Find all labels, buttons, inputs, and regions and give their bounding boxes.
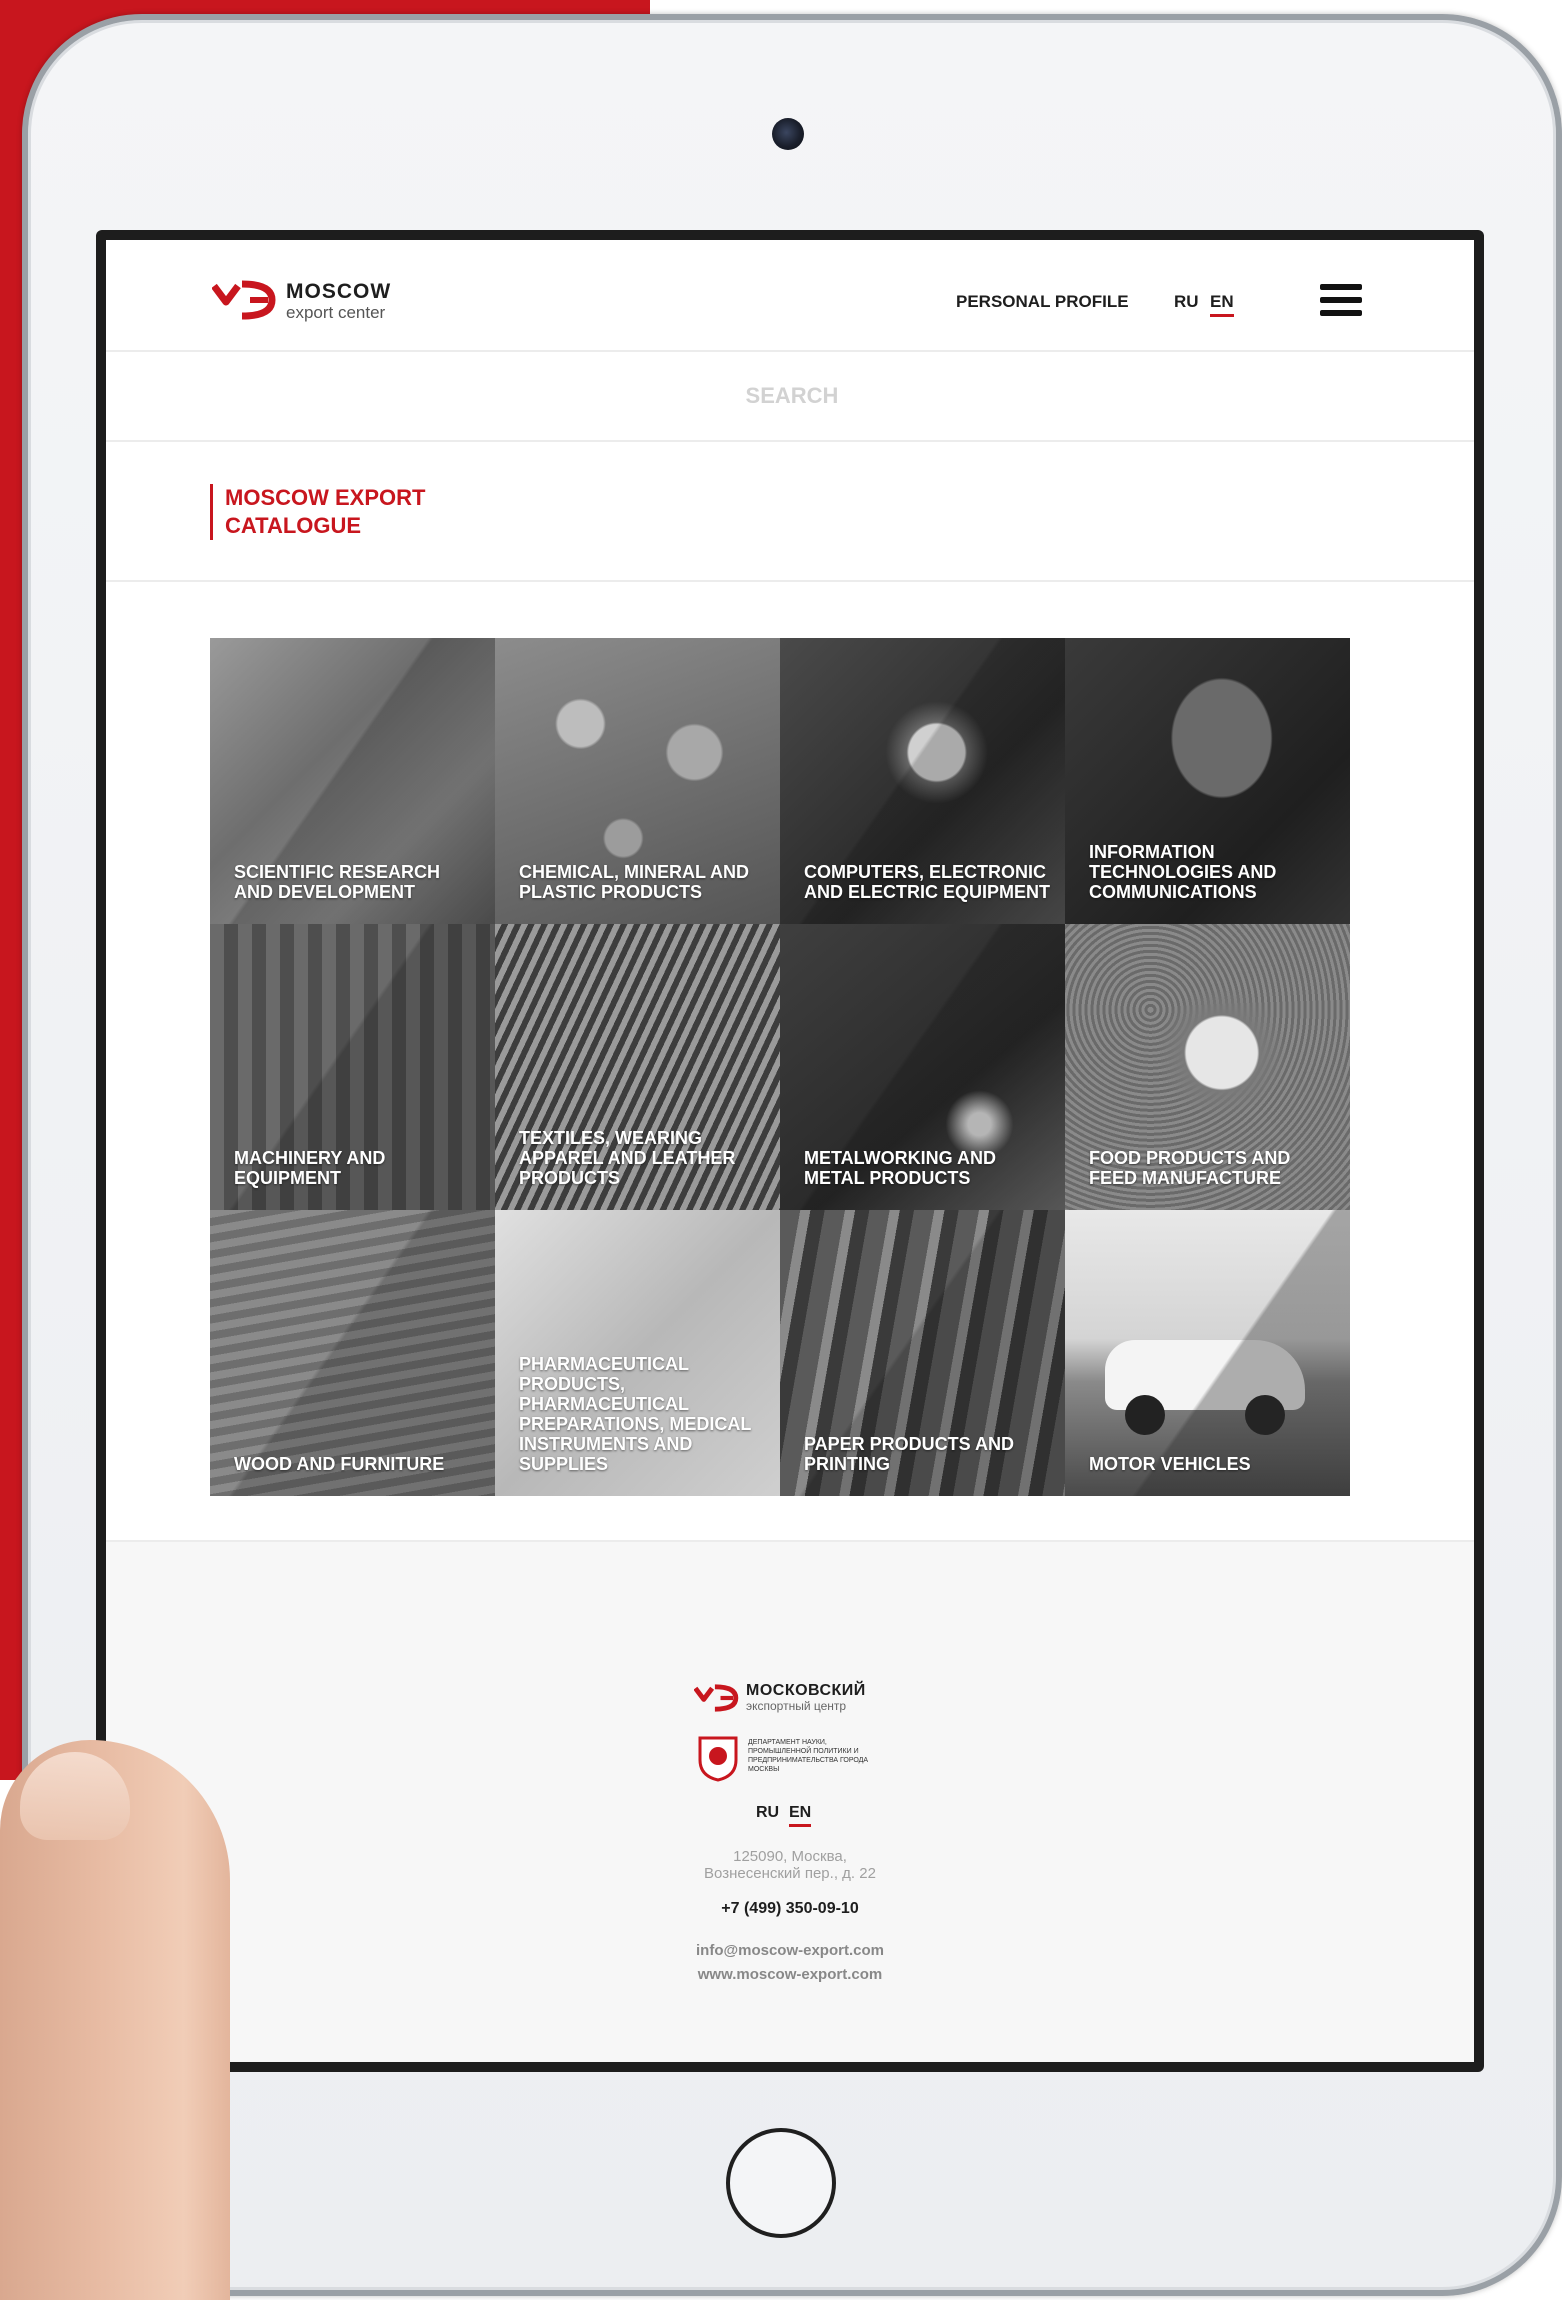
lang-ru-link[interactable]: RU	[1174, 292, 1199, 312]
lang-en-link[interactable]: EN	[1210, 292, 1234, 317]
footer-phone[interactable]: +7 (499) 350-09-10	[640, 1900, 940, 1918]
address-line: 125090, Москва,	[733, 1848, 847, 1865]
category-label: SCIENTIFIC RESEARCH AND DEVELOPMENT	[234, 862, 441, 902]
category-label: INFORMATION TECHNOLOGIES AND COMMUNICATI…	[1089, 842, 1277, 902]
category-label: TEXTILES, WEARING APPAREL AND LEATHER PR…	[519, 1128, 736, 1188]
category-tile-textiles[interactable]: TEXTILES, WEARING APPAREL AND LEATHER PR…	[495, 924, 780, 1210]
category-tile-pharmaceutical[interactable]: PHARMACEUTICAL PRODUCTS, PHARMACEUTICAL …	[495, 1210, 780, 1496]
site-footer: МОСКОВСКИЙ экспортный центр ДЕПАРТАМЕНТ …	[106, 1540, 1474, 2062]
department-text: ДЕПАРТАМЕНТ НАУКИ, ПРОМЫШЛЕННОЙ ПОЛИТИКИ…	[748, 1739, 869, 1773]
category-label: WOOD AND FURNITURE	[234, 1454, 445, 1474]
browser-viewport: MOSCOW export center PERSONAL PROFILE RU…	[106, 240, 1474, 2062]
moscow-coat-of-arms-icon	[698, 1736, 738, 1782]
category-label: METALWORKING AND METAL PRODUCTS	[804, 1148, 996, 1188]
personal-profile-link[interactable]: PERSONAL PROFILE	[956, 292, 1129, 312]
footer-website-link[interactable]: www.moscow-export.com	[640, 1966, 940, 1983]
category-tile-machinery[interactable]: MACHINERY AND EQUIPMENT	[210, 924, 495, 1210]
address-line: Вознесенский пер., д. 22	[704, 1865, 876, 1882]
site-logo[interactable]: MOSCOW export center	[212, 280, 412, 324]
catalogue-heading: MOSCOW EXPORT CATALOGUE	[210, 484, 465, 540]
category-label: PAPER PRODUCTS AND PRINTING	[804, 1434, 1015, 1474]
footer-lang-ru-link[interactable]: RU	[756, 1804, 779, 1822]
site-header: MOSCOW export center PERSONAL PROFILE RU…	[106, 240, 1474, 352]
footer-logo-title: МОСКОВСКИЙ	[746, 1682, 866, 1699]
footer-logo-mark-icon	[694, 1684, 739, 1712]
hamburger-icon[interactable]	[1320, 284, 1362, 320]
front-camera	[772, 118, 804, 150]
logo-mark-icon	[212, 280, 276, 320]
category-label: MOTOR VEHICLES	[1089, 1454, 1251, 1474]
footer-lang-en-link[interactable]: EN	[789, 1804, 812, 1827]
category-tile-chemical[interactable]: CHEMICAL, MINERAL AND PLASTIC PRODUCTS	[495, 638, 780, 924]
footer-logo-subtitle: экспортный центр	[746, 1699, 847, 1713]
category-label: MACHINERY AND EQUIPMENT	[234, 1148, 386, 1188]
home-button[interactable]	[726, 2128, 836, 2238]
footer-address: 125090, Москва, Вознесенский пер., д. 22	[640, 1848, 940, 1882]
department-badge: ДЕПАРТАМЕНТ НАУКИ, ПРОМЫШЛЕННОЙ ПОЛИТИКИ…	[696, 1734, 896, 1782]
category-label: FOOD PRODUCTS AND FEED MANUFACTURE	[1089, 1148, 1291, 1188]
footer-logo[interactable]: МОСКОВСКИЙ экспортный центр	[694, 1682, 894, 1722]
footer-email-link[interactable]: info@moscow-export.com	[640, 1942, 940, 1959]
category-tile-metalworking[interactable]: METALWORKING AND METAL PRODUCTS	[780, 924, 1065, 1210]
category-tile-scientific-research[interactable]: SCIENTIFIC RESEARCH AND DEVELOPMENT	[210, 638, 495, 924]
category-tile-paper-printing[interactable]: PAPER PRODUCTS AND PRINTING	[780, 1210, 1065, 1496]
category-tile-motor-vehicles[interactable]: MOTOR VEHICLES	[1065, 1210, 1350, 1496]
category-label: PHARMACEUTICAL PRODUCTS, PHARMACEUTICAL …	[519, 1354, 752, 1474]
search-bar	[106, 350, 1474, 442]
divider	[106, 580, 1474, 582]
category-label: CHEMICAL, MINERAL AND PLASTIC PRODUCTS	[519, 862, 749, 902]
category-tile-food-products[interactable]: FOOD PRODUCTS AND FEED MANUFACTURE	[1065, 924, 1350, 1210]
category-label: COMPUTERS, ELECTRONIC AND ELECTRIC EQUIP…	[804, 862, 1051, 902]
logo-subtitle: export center	[286, 303, 386, 322]
logo-title: MOSCOW	[286, 280, 392, 303]
category-tile-wood-furniture[interactable]: WOOD AND FURNITURE	[210, 1210, 495, 1496]
category-tile-information-technologies[interactable]: INFORMATION TECHNOLOGIES AND COMMUNICATI…	[1065, 638, 1350, 924]
category-tile-computers[interactable]: COMPUTERS, ELECTRONIC AND ELECTRIC EQUIP…	[780, 638, 1065, 924]
search-input[interactable]	[106, 350, 1474, 442]
page-title: MOSCOW EXPORT CATALOGUE	[225, 485, 426, 538]
category-grid: SCIENTIFIC RESEARCH AND DEVELOPMENT CHEM…	[210, 638, 1350, 1498]
